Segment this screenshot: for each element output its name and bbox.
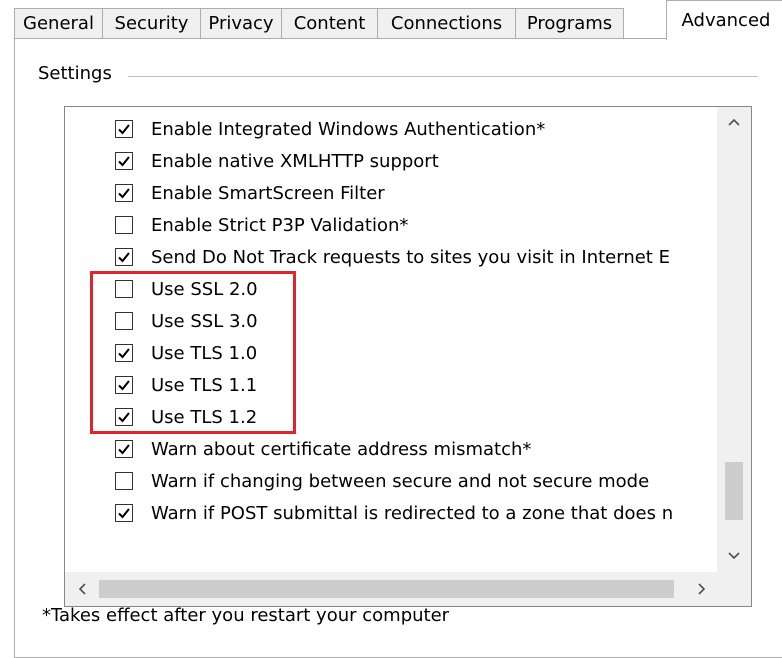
setting-row[interactable]: Use SSL 3.0 [115, 305, 258, 337]
settings-group-line [128, 76, 758, 77]
setting-checkbox[interactable] [115, 152, 133, 170]
checkmark-icon [118, 124, 130, 135]
tab-security[interactable]: Security [102, 8, 201, 39]
tab-advanced[interactable]: Advanced [666, 0, 782, 40]
restart-footnote: *Takes effect after you restart your com… [42, 605, 450, 626]
setting-checkbox[interactable] [115, 312, 133, 330]
setting-checkbox[interactable] [115, 248, 133, 266]
setting-checkbox[interactable] [115, 376, 133, 394]
tab-privacy[interactable]: Privacy [200, 8, 282, 39]
setting-label: Warn about certificate address mismatch* [151, 438, 532, 460]
setting-row[interactable]: Send Do Not Track requests to sites you … [115, 241, 670, 273]
horizontal-scrollbar[interactable] [65, 572, 751, 606]
setting-row[interactable]: Warn about certificate address mismatch* [115, 433, 531, 465]
setting-checkbox[interactable] [115, 472, 133, 490]
chevron-down-icon[interactable] [727, 549, 741, 565]
setting-label: Use TLS 1.1 [151, 374, 258, 396]
setting-checkbox[interactable] [115, 344, 133, 362]
vertical-scroll-thumb[interactable] [725, 462, 743, 520]
setting-label: Use SSL 3.0 [151, 310, 258, 332]
checkmark-icon [118, 188, 130, 199]
setting-label: Use TLS 1.0 [151, 342, 258, 364]
setting-label: Warn if changing between secure and not … [151, 470, 650, 492]
setting-row[interactable]: Enable SmartScreen Filter [115, 177, 385, 209]
checkmark-icon [118, 508, 130, 519]
setting-row[interactable]: Warn if changing between secure and not … [115, 465, 649, 497]
checkmark-icon [118, 348, 130, 359]
chevron-up-icon[interactable] [727, 115, 741, 131]
horizontal-scroll-thumb[interactable] [99, 580, 674, 598]
tab-general[interactable]: General [14, 8, 103, 39]
setting-label: Use TLS 1.2 [151, 406, 258, 428]
tab-content[interactable]: Content [281, 8, 378, 39]
setting-row[interactable]: Enable Integrated Windows Authentication… [115, 113, 545, 145]
setting-label: Send Do Not Track requests to sites you … [151, 246, 670, 268]
setting-checkbox[interactable] [115, 280, 133, 298]
checkmark-icon [118, 380, 130, 391]
setting-row[interactable]: Enable native XMLHTTP support [115, 145, 439, 177]
chevron-right-icon[interactable] [697, 582, 707, 600]
setting-checkbox[interactable] [115, 504, 133, 522]
setting-label: Enable native XMLHTTP support [151, 150, 439, 172]
setting-row[interactable]: Use TLS 1.0 [115, 337, 257, 369]
tab-programs[interactable]: Programs [515, 8, 624, 39]
setting-label: Enable Strict P3P Validation* [151, 214, 409, 236]
tab-connections[interactable]: Connections [377, 8, 516, 39]
setting-row[interactable]: Warn if POST submittal is redirected to … [115, 497, 673, 529]
setting-row[interactable]: Enable Strict P3P Validation* [115, 209, 408, 241]
setting-label: Enable SmartScreen Filter [151, 182, 385, 204]
settings-list[interactable]: Enable Integrated Windows Authentication… [64, 106, 752, 607]
setting-checkbox[interactable] [115, 440, 133, 458]
scrollbar-corner [717, 572, 751, 606]
checkmark-icon [118, 444, 130, 455]
setting-label: Use SSL 2.0 [151, 278, 258, 300]
setting-row[interactable]: Use TLS 1.1 [115, 369, 257, 401]
checkmark-icon [118, 156, 130, 167]
settings-group-label: Settings [38, 63, 116, 84]
setting-label: Warn if POST submittal is redirected to … [151, 502, 674, 524]
chevron-left-icon[interactable] [77, 582, 87, 600]
checkmark-icon [118, 252, 130, 263]
setting-checkbox[interactable] [115, 408, 133, 426]
setting-row[interactable]: Use TLS 1.2 [115, 401, 257, 433]
vertical-scrollbar[interactable] [717, 107, 751, 573]
setting-row[interactable]: Use SSL 2.0 [115, 273, 258, 305]
setting-checkbox[interactable] [115, 184, 133, 202]
setting-checkbox[interactable] [115, 120, 133, 138]
setting-label: Enable Integrated Windows Authentication… [151, 118, 546, 140]
setting-checkbox[interactable] [115, 216, 133, 234]
checkmark-icon [118, 412, 130, 423]
